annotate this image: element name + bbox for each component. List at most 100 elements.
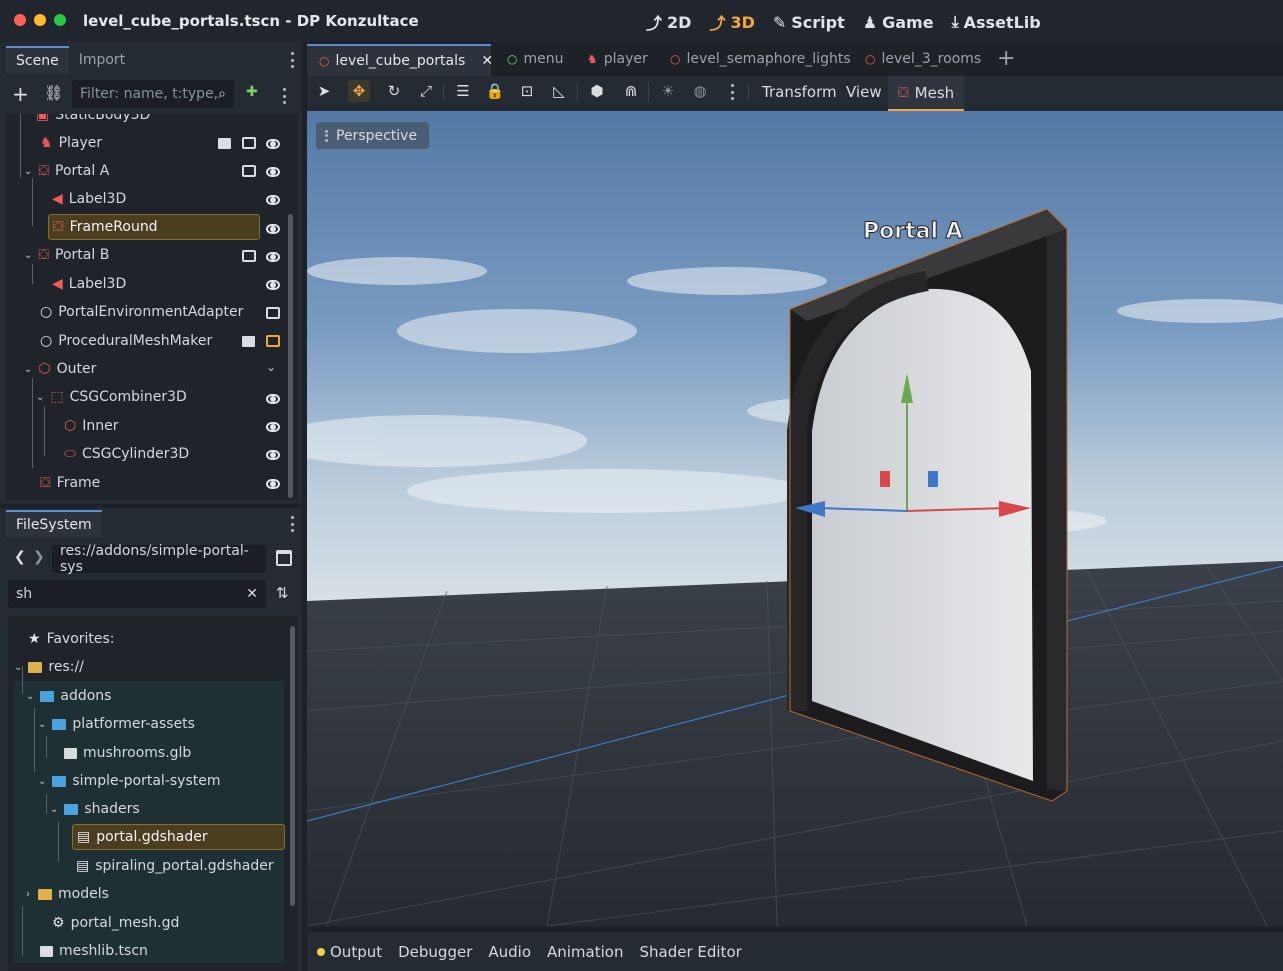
- visibility-eye-icon[interactable]: [266, 252, 280, 262]
- tree-node-player[interactable]: ♞ Player: [40, 130, 102, 156]
- tab-shader-editor[interactable]: Shader Editor: [639, 943, 741, 961]
- environment-icon[interactable]: ◍: [689, 80, 711, 102]
- add-tab-icon[interactable]: +: [997, 46, 1015, 71]
- tree-node-frameround[interactable]: ⛋ FrameRound: [48, 214, 260, 240]
- visibility-eye-icon[interactable]: [266, 422, 280, 432]
- path-field[interactable]: res://addons/simple-portal-sys: [52, 543, 266, 575]
- tab-filesystem[interactable]: FileSystem: [6, 510, 102, 538]
- select-tool-icon[interactable]: ➤: [313, 80, 335, 102]
- visibility-eye-icon[interactable]: [266, 224, 280, 234]
- perspective-menu[interactable]: Perspective: [316, 122, 430, 149]
- view-menu[interactable]: View: [846, 83, 882, 101]
- link-icon[interactable]: ⛓: [44, 84, 63, 102]
- folder-simple-portal-system[interactable]: ⌄ simple-portal-system: [38, 768, 220, 794]
- chevron-right-icon[interactable]: ›: [26, 889, 30, 900]
- rotate-tool-icon[interactable]: ↻: [383, 80, 405, 102]
- tab-level-3-rooms[interactable]: ○ level_3_rooms: [865, 51, 981, 67]
- folder-res[interactable]: ⌄ res://: [14, 654, 84, 680]
- tree-node-label3d[interactable]: ◀ Label3D: [52, 186, 126, 212]
- chevron-down-icon[interactable]: ⌄: [24, 166, 32, 177]
- mode-3d-button[interactable]: ⤴ 3D: [709, 10, 754, 34]
- mode-assetlib-button[interactable]: ⤓ AssetLib: [952, 10, 1041, 34]
- visibility-eye-icon[interactable]: [266, 167, 280, 177]
- tab-animation[interactable]: Animation: [547, 943, 623, 961]
- minimize-window-button[interactable]: [34, 14, 46, 26]
- tree-node-procedural-mesh-maker[interactable]: ○ ProceduralMeshMaker: [40, 328, 212, 354]
- back-icon[interactable]: ❮: [14, 549, 26, 565]
- chevron-down-icon[interactable]: ⌄: [26, 691, 34, 702]
- tab-import[interactable]: Import: [69, 46, 135, 74]
- list-select-icon[interactable]: ☰: [452, 80, 474, 102]
- tab-audio[interactable]: Audio: [488, 943, 531, 961]
- tree-node-inner[interactable]: ⬡ Inner: [64, 413, 118, 439]
- tree-node-label3d-b[interactable]: ◀ Label3D: [52, 271, 126, 297]
- file-spiraling-portal-gdshader[interactable]: ▤ spiraling_portal.gdshader: [76, 853, 274, 879]
- scene-dock-menu-icon[interactable]: [290, 52, 294, 68]
- chevron-down-icon[interactable]: ⌄: [38, 719, 46, 730]
- tree-node-csgcombiner3d[interactable]: ⌄ ⬚ CSGCombiner3D: [36, 384, 187, 410]
- tree-node-portal-a[interactable]: ⌄ ⛋ Portal A: [24, 158, 109, 184]
- mode-2d-button[interactable]: ⤴ 2D: [646, 10, 691, 34]
- local-space-icon[interactable]: ⬢: [586, 80, 608, 102]
- add-script-icon[interactable]: ✚: [246, 84, 258, 100]
- split-view-icon[interactable]: [276, 550, 292, 566]
- tree-node-csgcylinder3d[interactable]: ⬭ CSGCylinder3D: [64, 441, 189, 467]
- close-window-button[interactable]: [14, 14, 26, 26]
- file-portal-gdshader[interactable]: ▤ portal.gdshader: [72, 824, 285, 850]
- gizmo-plane-handle-blue[interactable]: [928, 471, 938, 487]
- snap-icon[interactable]: ⋒: [620, 80, 642, 102]
- script-attached-icon[interactable]: [242, 165, 256, 177]
- visibility-eye-icon[interactable]: [266, 195, 280, 205]
- visibility-eye-icon[interactable]: [266, 450, 280, 460]
- add-node-icon[interactable]: +: [12, 82, 29, 106]
- open-scene-icon[interactable]: [242, 336, 255, 347]
- script-attached-icon[interactable]: [242, 137, 256, 149]
- tab-debugger[interactable]: Debugger: [398, 943, 472, 961]
- tab-menu[interactable]: ○ menu: [507, 51, 563, 67]
- mesh-menu[interactable]: ⛋ Mesh: [888, 76, 964, 111]
- scale-tool-icon[interactable]: ⤢: [415, 80, 437, 102]
- visibility-eye-icon[interactable]: [266, 280, 280, 290]
- script-attached-icon[interactable]: [266, 335, 280, 347]
- group-icon[interactable]: ⊡: [516, 80, 538, 102]
- chevron-down-icon[interactable]: ⌄: [14, 662, 22, 673]
- folder-addons[interactable]: ⌄ addons: [26, 683, 111, 709]
- chevron-down-icon[interactable]: ⌄: [38, 776, 46, 787]
- scene-filter-input[interactable]: Filter: name, t:type, ⌕: [72, 80, 234, 108]
- tab-level-cube-portals[interactable]: ○ level_cube_portals ✕: [307, 44, 493, 76]
- gizmo-plane-handle-red[interactable]: [880, 471, 890, 487]
- filesystem-menu-icon[interactable]: [290, 516, 294, 532]
- move-tool-icon[interactable]: ✥: [348, 80, 370, 102]
- tab-output[interactable]: Output: [317, 943, 382, 961]
- 3d-viewport[interactable]: Perspective Portal A: [307, 111, 1283, 926]
- tab-level-semaphore-lights[interactable]: ○ level_semaphore_lights: [670, 51, 851, 67]
- chevron-down-icon[interactable]: ⌄: [24, 364, 32, 375]
- scene-tree-scrollbar[interactable]: [288, 214, 293, 498]
- tree-node-outer[interactable]: ⌄ ⬡ Outer: [24, 356, 96, 382]
- visibility-eye-icon[interactable]: [266, 479, 280, 489]
- sort-icon[interactable]: ⇅: [276, 584, 289, 602]
- file-portal-mesh-gd[interactable]: ⚙ portal_mesh.gd: [52, 910, 179, 936]
- folder-platformer-assets[interactable]: ⌄ platformer-assets: [38, 711, 195, 737]
- maximize-window-button[interactable]: [54, 14, 66, 26]
- open-scene-icon[interactable]: [218, 138, 231, 149]
- tree-node-portal-environment-adapter[interactable]: ○ PortalEnvironmentAdapter: [40, 299, 243, 325]
- visibility-eye-icon[interactable]: [266, 394, 280, 404]
- transform-menu[interactable]: Transform: [762, 83, 837, 101]
- script-attached-icon[interactable]: [266, 307, 280, 319]
- mode-game-button[interactable]: ♟ Game: [863, 10, 934, 34]
- tab-player[interactable]: ♞ player: [587, 51, 648, 67]
- file-search-input[interactable]: sh ✕: [8, 580, 266, 608]
- tree-node-portal-b[interactable]: ⌄ ⛋ Portal B: [24, 242, 109, 268]
- tree-node-frame[interactable]: ⛋ Frame: [40, 470, 100, 496]
- sun-icon[interactable]: ☀: [657, 80, 679, 102]
- file-tree-scrollbar[interactable]: [290, 626, 295, 906]
- close-tab-icon[interactable]: ✕: [481, 53, 493, 69]
- forward-icon[interactable]: ❯: [33, 549, 45, 565]
- visibility-eye-icon[interactable]: [266, 139, 280, 149]
- file-mushrooms-glb[interactable]: mushrooms.glb: [64, 740, 191, 766]
- favorites-item[interactable]: ★ Favorites:: [28, 626, 115, 652]
- chevron-down-icon[interactable]: ⌄: [50, 804, 58, 815]
- script-attached-icon[interactable]: [242, 250, 256, 262]
- chevron-down-icon[interactable]: ⌄: [36, 392, 44, 403]
